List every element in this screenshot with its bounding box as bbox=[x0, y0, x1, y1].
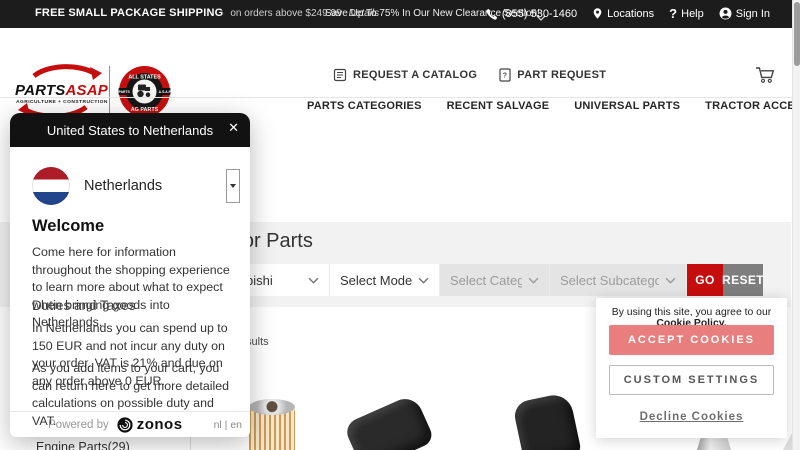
part-request-label: PART REQUEST bbox=[517, 69, 607, 81]
category-select-disabled: Select Category bbox=[440, 264, 550, 296]
category-select-value: Select Category bbox=[450, 272, 522, 288]
country-name: Netherlands bbox=[84, 178, 163, 194]
shipping-offer-title: FREE SMALL PACKAGE SHIPPING bbox=[35, 7, 224, 19]
catalog-icon bbox=[333, 68, 347, 82]
welcome-heading: Welcome bbox=[32, 217, 105, 235]
product-image-seat-cushion[interactable] bbox=[342, 393, 436, 450]
help-link[interactable]: ? Help bbox=[669, 6, 704, 21]
language-switcher[interactable]: nl | en bbox=[214, 419, 242, 431]
nav-universal-parts[interactable]: UNIVERSAL PARTS bbox=[574, 100, 680, 112]
scrollbar-thumb[interactable] bbox=[794, 2, 800, 66]
cart-icon[interactable] bbox=[755, 66, 777, 84]
phone-icon bbox=[486, 8, 498, 20]
main-nav: PARTS CATEGORIES RECENT SALVAGE UNIVERSA… bbox=[307, 100, 800, 112]
badge-left-text: PARTS bbox=[119, 90, 131, 94]
go-button[interactable]: GO bbox=[687, 264, 723, 296]
netherlands-flag-icon bbox=[32, 167, 70, 205]
custom-settings-button[interactable]: CUSTOM SETTINGS bbox=[609, 365, 774, 395]
geo-modal-header: United States to Netherlands ✕ bbox=[10, 113, 250, 147]
header-border bbox=[0, 97, 792, 98]
site-header: PARTSASAP AGRICULTURE + CONSTRUCTION ALL… bbox=[0, 28, 800, 119]
subcategory-select-disabled: Select Subcategory bbox=[550, 264, 687, 296]
svg-text:?: ? bbox=[503, 73, 508, 80]
sign-in-link[interactable]: Sign In bbox=[719, 7, 770, 20]
locations-link[interactable]: Locations bbox=[592, 7, 654, 20]
zonos-swirl-icon bbox=[117, 416, 133, 433]
page: FREE SMALL PACKAGE SHIPPING on orders ab… bbox=[0, 0, 800, 450]
phone-link[interactable]: (855) 530-1460 bbox=[486, 8, 577, 20]
model-select[interactable]: Select Model bbox=[330, 264, 440, 296]
decline-cookies-link[interactable]: Decline Cookies bbox=[596, 411, 787, 423]
header-actions: REQUEST A CATALOG ? PART REQUEST bbox=[333, 68, 606, 82]
cookie-banner: By using this site, you agree to our Coo… bbox=[596, 298, 787, 438]
all-states-ag-parts-badge[interactable]: ALL STATES AG PARTS PARTS A.S.A.P bbox=[118, 65, 171, 118]
help-label: Help bbox=[681, 7, 704, 20]
sidebar-item-engine-parts[interactable]: Engine Parts(29) bbox=[36, 440, 130, 450]
badge-top-text: ALL STATES bbox=[128, 75, 161, 81]
country-dropdown[interactable] bbox=[226, 169, 240, 203]
zonos-logo[interactable]: zonos bbox=[117, 416, 183, 433]
chevron-down-icon bbox=[665, 277, 676, 284]
logo-tagline: AGRICULTURE + CONSTRUCTION bbox=[16, 100, 108, 105]
nav-parts-categories[interactable]: PARTS CATEGORIES bbox=[307, 100, 422, 112]
zonos-geo-modal: United States to Netherlands ✕ Netherlan… bbox=[10, 113, 250, 437]
filter-cap bbox=[249, 399, 295, 415]
sidebar-border bbox=[190, 437, 191, 450]
phone-number: (855) 530-1460 bbox=[501, 7, 578, 20]
chevron-down-icon bbox=[308, 277, 319, 284]
locations-label: Locations bbox=[607, 7, 655, 20]
geo-modal-footer: Powered by zonos nl | en bbox=[10, 411, 250, 437]
duties-heading: Duties and Taxes bbox=[32, 298, 136, 313]
header-divider bbox=[109, 66, 110, 118]
cookie-notice-text: By using this site, you agree to our bbox=[611, 307, 772, 318]
user-icon bbox=[719, 7, 732, 20]
page-scrollbar[interactable] bbox=[792, 0, 800, 450]
location-pin-icon bbox=[593, 8, 602, 19]
product-image-oil-filter[interactable] bbox=[249, 399, 295, 450]
top-announcement-bar: FREE SMALL PACKAGE SHIPPING on orders ab… bbox=[0, 0, 792, 28]
topbar-utility-links: (855) 530-1460 Locations ? Help Sign In bbox=[486, 6, 770, 21]
part-request-icon: ? bbox=[499, 68, 511, 82]
request-catalog-button[interactable]: REQUEST A CATALOG bbox=[333, 68, 477, 82]
part-request-button[interactable]: ? PART REQUEST bbox=[499, 68, 606, 82]
badge-right-text: A.S.A.P bbox=[159, 90, 171, 94]
nav-tractor-accessories[interactable]: TRACTOR ACCESSORIES bbox=[705, 100, 800, 112]
nav-recent-salvage[interactable]: RECENT SALVAGE bbox=[447, 100, 550, 112]
product-image-seat-back[interactable] bbox=[511, 391, 583, 450]
help-icon: ? bbox=[669, 6, 678, 21]
accept-cookies-button[interactable]: ACCEPT COOKIES bbox=[609, 325, 774, 355]
powered-by-label: Powered by bbox=[48, 418, 109, 431]
chevron-down-icon bbox=[528, 277, 539, 284]
zonos-wordmark: zonos bbox=[136, 416, 183, 433]
close-icon[interactable]: ✕ bbox=[228, 121, 239, 134]
request-catalog-label: REQUEST A CATALOG bbox=[353, 69, 478, 81]
dropdown-arrow-icon bbox=[230, 184, 236, 188]
sign-in-label: Sign In bbox=[735, 7, 770, 20]
subcategory-select-value: Select Subcategory bbox=[560, 272, 659, 288]
welcome-paragraph: Come here for information throughout the… bbox=[32, 245, 230, 330]
geo-modal-title: United States to Netherlands bbox=[46, 122, 214, 138]
chevron-down-icon bbox=[418, 277, 429, 284]
model-select-value: Select Model bbox=[340, 272, 412, 288]
reset-button[interactable]: RESET bbox=[722, 264, 764, 296]
country-selector-row: Netherlands bbox=[32, 166, 240, 206]
